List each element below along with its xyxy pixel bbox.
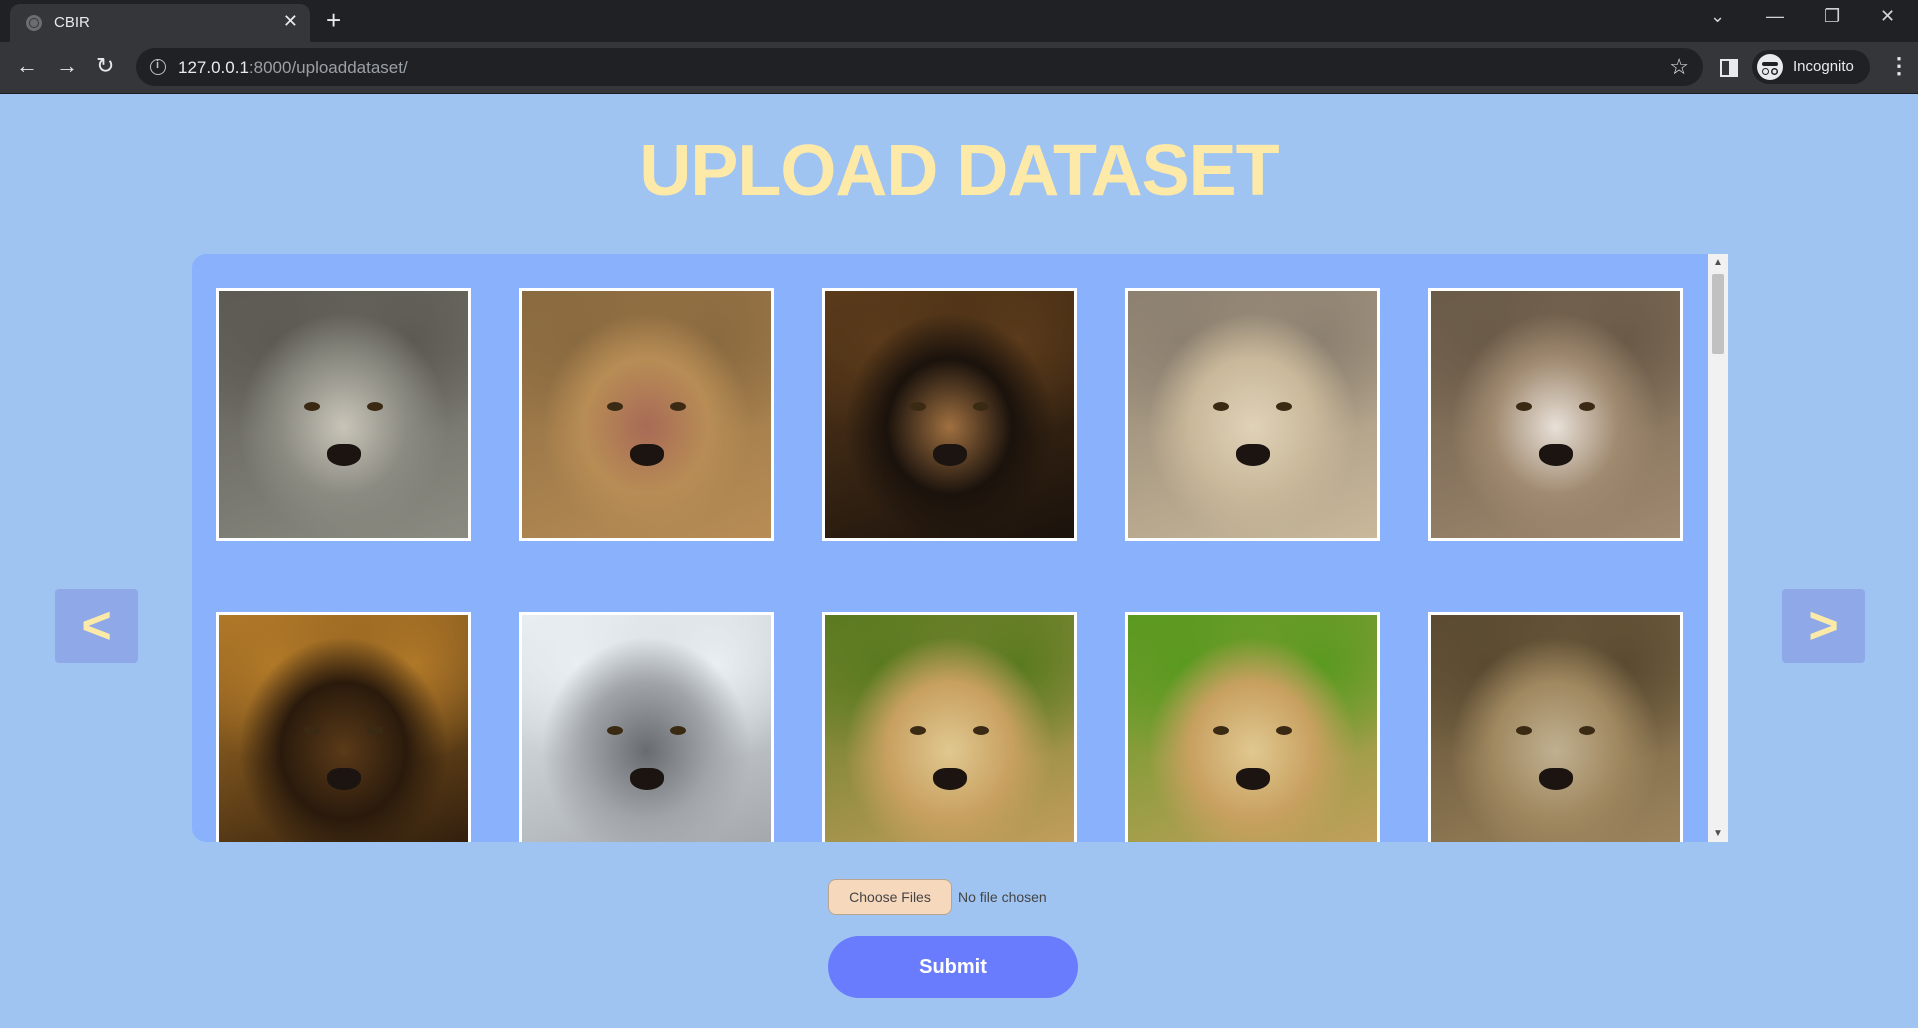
animal-eye (1579, 402, 1596, 412)
image-gallery[interactable] (192, 254, 1728, 842)
new-tab-icon[interactable]: + (326, 6, 341, 34)
gallery-image-wolf (216, 288, 471, 541)
gallery-image-snow-leopard (519, 612, 774, 842)
address-bar[interactable]: 127.0.0.1:8000/uploaddataset/ ☆ (136, 48, 1703, 86)
animal-eye (367, 726, 384, 736)
file-status: No file chosen (958, 889, 1047, 905)
choose-files-button[interactable]: Choose Files (828, 879, 952, 915)
submit-button[interactable]: Submit (828, 936, 1078, 998)
animal-eye (1212, 726, 1229, 736)
animal-eye (670, 726, 687, 736)
animal-nose (1538, 444, 1573, 467)
side-panel-icon[interactable] (1720, 59, 1738, 77)
animal-eye (973, 726, 990, 736)
gallery-image-leopard (216, 612, 471, 842)
animal-eye (1515, 402, 1532, 412)
animal-nose (629, 768, 664, 791)
animal-eye (1212, 402, 1229, 412)
scroll-down-icon[interactable]: ▼ (1713, 828, 1723, 839)
gallery-image-lion (519, 288, 774, 541)
previous-button[interactable]: < (55, 589, 138, 663)
gallery-image-lioness (1125, 288, 1380, 541)
animal-eye (1579, 726, 1596, 736)
gallery-image-cheetah (1125, 612, 1380, 842)
animal-eye (670, 402, 687, 412)
close-tab-icon[interactable]: ✕ (283, 11, 298, 31)
animal-eye (1276, 726, 1293, 736)
animal-eye (606, 726, 623, 736)
animal-nose (1235, 768, 1270, 791)
animal-eye (909, 726, 926, 736)
animal-nose (932, 768, 967, 791)
back-icon[interactable]: ← (16, 54, 38, 78)
browser-tab[interactable]: CBIR ✕ (10, 4, 310, 42)
animal-nose (1538, 768, 1573, 791)
animal-nose (326, 444, 361, 467)
animal-eye (303, 726, 320, 736)
animal-eye (1276, 402, 1293, 412)
scroll-up-icon[interactable]: ▲ (1713, 257, 1723, 268)
page-title: UPLOAD DATASET (639, 131, 1279, 211)
animal-eye (1515, 726, 1532, 736)
animal-nose (1235, 444, 1270, 467)
globe-icon (26, 15, 42, 31)
gallery-image-lion (822, 288, 1077, 541)
animal-eye (606, 402, 623, 412)
incognito-label: Incognito (1793, 58, 1854, 75)
tab-search-icon[interactable]: ⌄ (1710, 6, 1725, 27)
animal-eye (367, 402, 384, 412)
gallery-image-cheetah (1428, 288, 1683, 541)
animal-eye (909, 402, 926, 412)
menu-icon[interactable]: ⋮ (1888, 54, 1910, 78)
animal-eye (973, 402, 990, 412)
reload-icon[interactable]: ↻ (96, 54, 114, 78)
restore-icon[interactable]: ❐ (1824, 6, 1840, 27)
next-button[interactable]: > (1782, 589, 1865, 663)
bookmark-star-icon[interactable]: ☆ (1669, 54, 1689, 80)
info-icon[interactable] (150, 59, 166, 75)
animal-nose (326, 768, 361, 791)
close-window-icon[interactable]: ✕ (1880, 6, 1895, 27)
browser-tab-bar: CBIR ✕ + ⌄ — ❐ ✕ (0, 0, 1918, 42)
incognito-badge[interactable]: Incognito (1752, 50, 1870, 84)
browser-toolbar: ← → ↻ 127.0.0.1:8000/uploaddataset/ ☆ In… (0, 42, 1918, 94)
gallery-scrollbar[interactable]: ▲ ▼ (1708, 254, 1728, 842)
animal-eye (303, 402, 320, 412)
animal-nose (932, 444, 967, 467)
url-text: 127.0.0.1:8000/uploaddataset/ (178, 58, 408, 77)
incognito-icon (1757, 54, 1783, 80)
scroll-thumb[interactable] (1712, 274, 1724, 354)
forward-icon[interactable]: → (56, 54, 78, 78)
minimize-icon[interactable]: — (1766, 6, 1784, 27)
gallery-image-cheetah (822, 612, 1077, 842)
gallery-image-jaguar (1428, 612, 1683, 842)
tab-title: CBIR (54, 14, 90, 31)
animal-nose (629, 444, 664, 467)
